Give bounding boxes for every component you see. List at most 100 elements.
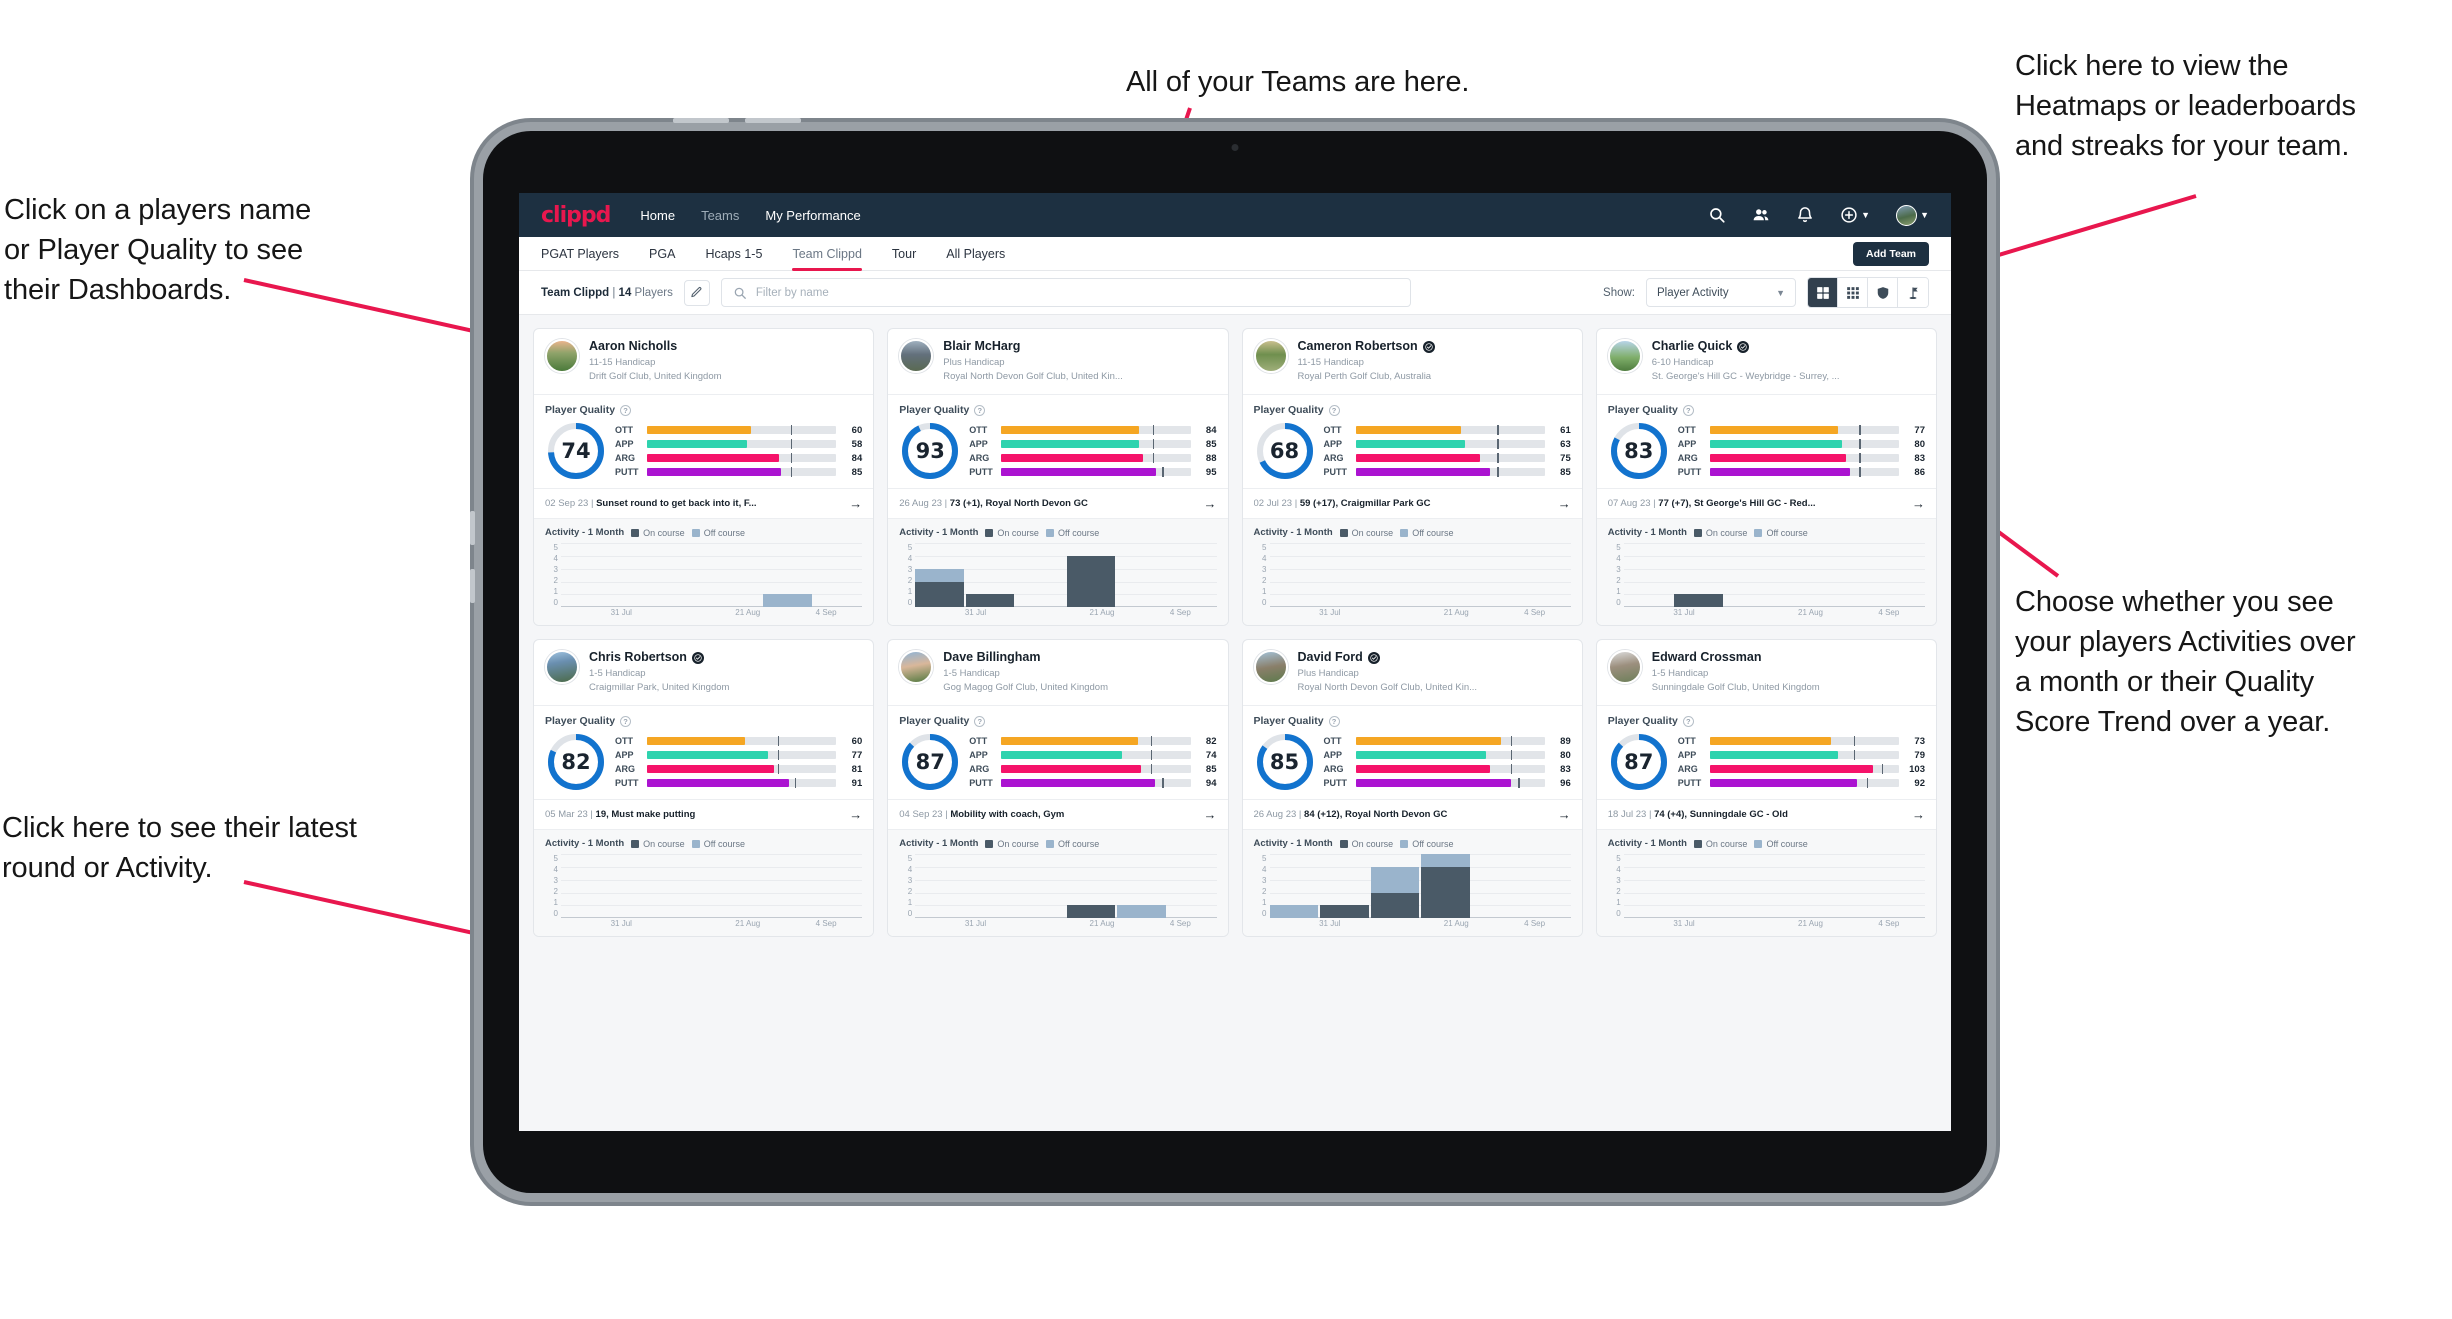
- player-quality-section[interactable]: Player Quality? 74 OTT 60 APP 58 ARG 84 PUTT 85: [534, 394, 874, 488]
- player-name[interactable]: Charlie Quick: [1652, 339, 1733, 355]
- player-avatar[interactable]: [1607, 339, 1642, 373]
- avatar[interactable]: [1896, 204, 1918, 226]
- latest-round-row[interactable]: 02 Jul 23 | 59 (+17), Craigmillar Park G…: [1242, 488, 1582, 518]
- search-input[interactable]: [755, 286, 1399, 299]
- arrow-right-icon[interactable]: →: [1558, 807, 1571, 822]
- player-card[interactable]: Edward Crossman 1-5 Handicap Sunningdale G…: [1595, 639, 1937, 938]
- player-name-row[interactable]: David Ford: [1298, 650, 1571, 666]
- help-icon[interactable]: ?: [974, 715, 986, 727]
- profile-menu[interactable]: ▼: [1896, 204, 1929, 226]
- tab-hcaps-1-5[interactable]: Hcaps 1-5: [705, 237, 762, 271]
- arrow-right-icon[interactable]: →: [1204, 807, 1217, 822]
- player-card-header[interactable]: David Ford Plus Handicap Royal North Devon…: [1243, 640, 1582, 705]
- help-icon[interactable]: ?: [1328, 404, 1340, 416]
- player-name[interactable]: Chris Robertson: [589, 650, 687, 666]
- nav-link-teams[interactable]: Teams: [701, 208, 739, 223]
- metric-row-app: APP 74: [969, 750, 1216, 761]
- search-icon[interactable]: [1708, 206, 1726, 224]
- player-name[interactable]: Aaron Nicholls: [589, 339, 677, 355]
- latest-round-row[interactable]: 02 Sep 23 | Sunset round to get back int…: [534, 488, 874, 518]
- player-name[interactable]: Cameron Robertson: [1298, 339, 1418, 355]
- arrow-right-icon[interactable]: →: [849, 807, 862, 822]
- tab-tour[interactable]: Tour: [892, 237, 916, 271]
- player-quality-section[interactable]: Player Quality? 82 OTT 60 APP 77 ARG 81 PUTT 91: [534, 705, 874, 799]
- player-card[interactable]: Cameron Robertson 11-15 Handicap Royal Per…: [1241, 328, 1583, 627]
- player-quality-section[interactable]: Player Quality? 83 OTT 77 APP 80 ARG 83 PUTT 86: [1596, 394, 1936, 488]
- tab-pga[interactable]: PGA: [649, 237, 675, 271]
- player-avatar[interactable]: [1253, 339, 1288, 373]
- player-card[interactable]: Chris Robertson 1-5 Handicap Craigmillar P…: [533, 639, 875, 938]
- player-card-header[interactable]: Edward Crossman 1-5 Handicap Sunningdale G…: [1597, 640, 1936, 705]
- player-name[interactable]: David Ford: [1298, 650, 1363, 666]
- player-avatar[interactable]: [545, 650, 579, 685]
- player-quality-section[interactable]: Player Quality? 87 OTT 73 APP 79 ARG 103 PUTT 92: [1596, 705, 1936, 799]
- create-menu[interactable]: ▼: [1840, 206, 1870, 224]
- view-mode-heatmap[interactable]: [1898, 278, 1928, 307]
- people-icon[interactable]: [1752, 206, 1770, 224]
- latest-round-row[interactable]: 26 Aug 23 | 73 (+1), Royal North Devon G…: [888, 488, 1228, 518]
- player-card[interactable]: Aaron Nicholls 11-15 Handicap Drift Golf C…: [533, 328, 875, 627]
- player-name-row[interactable]: Blair McHarg: [943, 339, 1216, 355]
- player-card[interactable]: Blair McHarg Plus Handicap Royal North Dev…: [887, 328, 1229, 627]
- player-name[interactable]: Edward Crossman: [1652, 650, 1762, 666]
- player-card[interactable]: Dave Billingham 1-5 Handicap Gog Magog Gol…: [887, 639, 1229, 938]
- bell-icon[interactable]: [1796, 206, 1814, 224]
- latest-round-row[interactable]: 05 Mar 23 | 19, Must make putting →: [534, 799, 874, 829]
- add-team-button[interactable]: Add Team: [1853, 241, 1929, 266]
- player-name-row[interactable]: Aaron Nicholls: [589, 339, 862, 355]
- help-icon[interactable]: ?: [620, 715, 632, 727]
- help-icon[interactable]: ?: [620, 404, 632, 416]
- latest-round-row[interactable]: 26 Aug 23 | 84 (+12), Royal North Devon …: [1242, 799, 1582, 829]
- player-avatar[interactable]: [899, 650, 934, 685]
- tab-all-players[interactable]: All Players: [946, 237, 1005, 271]
- tab-pgat-players[interactable]: PGAT Players: [541, 237, 619, 271]
- player-quality-section[interactable]: Player Quality? 93 OTT 84 APP 85 ARG 88 PUTT 95: [888, 394, 1228, 488]
- view-mode-grid-small[interactable]: [1838, 278, 1868, 307]
- player-card-header[interactable]: Cameron Robertson 11-15 Handicap Royal Per…: [1243, 329, 1582, 394]
- view-mode-grid-large[interactable]: [1808, 278, 1838, 307]
- tab-team-clippd[interactable]: Team Clippd: [792, 237, 863, 271]
- player-name-row[interactable]: Charlie Quick: [1652, 339, 1925, 355]
- player-avatar[interactable]: [1607, 650, 1642, 685]
- view-mode-leaderboard[interactable]: [1868, 278, 1898, 307]
- player-name-row[interactable]: Edward Crossman: [1652, 650, 1925, 666]
- arrow-right-icon[interactable]: →: [1912, 496, 1925, 511]
- latest-round-row[interactable]: 18 Jul 23 | 74 (+4), Sunningdale GC - Ol…: [1596, 799, 1936, 829]
- player-quality-section[interactable]: Player Quality? 68 OTT 61 APP 63 ARG 75 PUTT 85: [1242, 394, 1582, 488]
- search-field-wrapper[interactable]: [720, 278, 1411, 307]
- arrow-right-icon[interactable]: →: [1204, 496, 1217, 511]
- player-name-row[interactable]: Chris Robertson: [589, 650, 862, 666]
- player-card-header[interactable]: Aaron Nicholls 11-15 Handicap Drift Golf C…: [534, 329, 873, 394]
- player-name-row[interactable]: Cameron Robertson: [1298, 339, 1571, 355]
- latest-round-row[interactable]: 07 Aug 23 | 77 (+7), St George's Hill GC…: [1596, 488, 1936, 518]
- player-avatar[interactable]: [899, 339, 934, 373]
- player-card-header[interactable]: Charlie Quick 6-10 Handicap St. George's H…: [1597, 329, 1936, 394]
- player-card-header[interactable]: Chris Robertson 1-5 Handicap Craigmillar P…: [534, 640, 873, 705]
- nav-link-my-performance[interactable]: My Performance: [765, 208, 860, 223]
- help-icon[interactable]: ?: [1682, 715, 1694, 727]
- help-icon[interactable]: ?: [974, 404, 986, 416]
- player-avatar[interactable]: [1253, 650, 1288, 685]
- clippd-logo[interactable]: clippd: [541, 203, 611, 228]
- help-icon[interactable]: ?: [1328, 715, 1340, 727]
- player-name[interactable]: Dave Billingham: [943, 650, 1040, 666]
- player-name-row[interactable]: Dave Billingham: [943, 650, 1216, 666]
- player-avatar[interactable]: [545, 339, 579, 373]
- arrow-right-icon[interactable]: →: [1558, 496, 1571, 511]
- player-quality-section[interactable]: Player Quality? 85 OTT 89 APP 80 ARG 83 PUTT 96: [1242, 705, 1582, 799]
- player-card-header[interactable]: Dave Billingham 1-5 Handicap Gog Magog Gol…: [888, 640, 1227, 705]
- show-select-dropdown[interactable]: Player Activity ▼: [1646, 278, 1796, 307]
- nav-link-home[interactable]: Home: [640, 208, 675, 223]
- plus-circle-icon[interactable]: [1840, 206, 1858, 224]
- arrow-right-icon[interactable]: →: [1912, 807, 1925, 822]
- help-icon[interactable]: ?: [1682, 404, 1694, 416]
- arrow-right-icon[interactable]: →: [849, 496, 862, 511]
- player-quality-section[interactable]: Player Quality? 87 OTT 82 APP 74 ARG 85 PUTT 94: [888, 705, 1228, 799]
- player-metric-bars: OTT 61 APP 63 ARG 75 PUTT 85: [1324, 425, 1571, 478]
- player-name[interactable]: Blair McHarg: [943, 339, 1020, 355]
- player-card[interactable]: Charlie Quick 6-10 Handicap St. George's H…: [1595, 328, 1937, 627]
- latest-round-row[interactable]: 04 Sep 23 | Mobility with coach, Gym →: [888, 799, 1228, 829]
- player-card-header[interactable]: Blair McHarg Plus Handicap Royal North Dev…: [888, 329, 1227, 394]
- edit-team-button[interactable]: [683, 279, 710, 306]
- player-card[interactable]: David Ford Plus Handicap Royal North Devon…: [1241, 639, 1583, 938]
